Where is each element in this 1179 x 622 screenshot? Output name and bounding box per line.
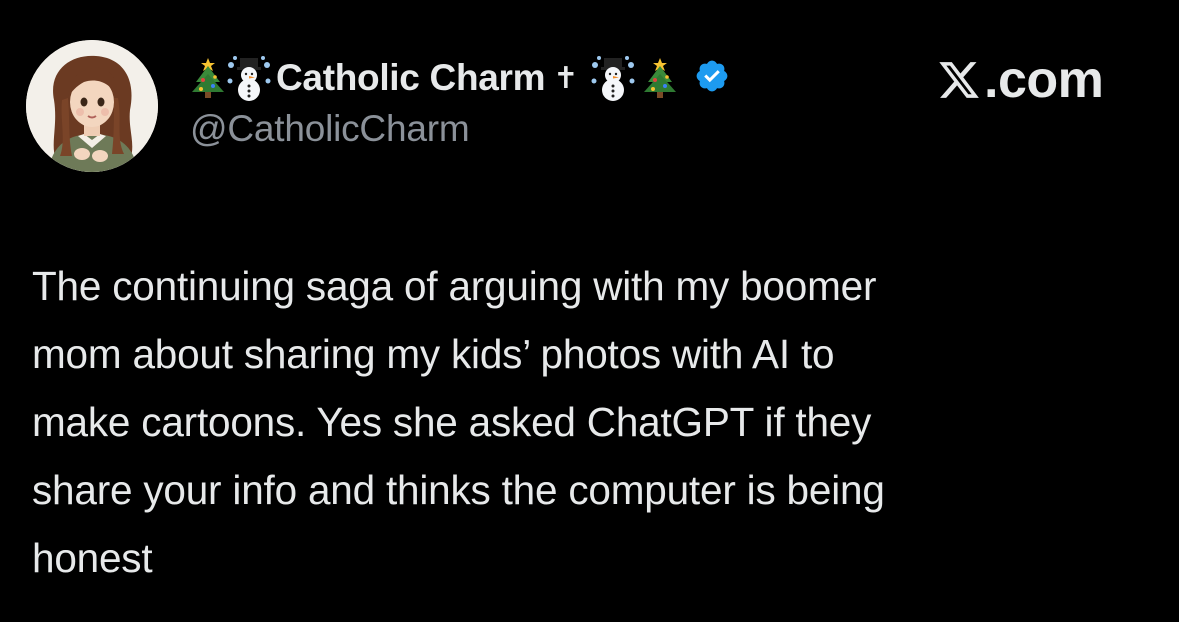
cross-symbol: ✝	[553, 60, 579, 96]
verified-badge-icon	[694, 58, 730, 99]
illustrated-woman-avatar-icon	[26, 40, 158, 172]
x-logo-icon	[936, 58, 984, 102]
tweet-text: The continuing saga of arguing with my b…	[32, 263, 885, 581]
tweet-card: Catholic Charm ✝ @CatholicCharm .com The…	[0, 0, 1179, 622]
source-watermark: .com	[936, 50, 1104, 110]
avatar[interactable]	[26, 40, 158, 172]
author-display-name[interactable]: Catholic Charm	[276, 57, 546, 99]
christmas-tree-icon	[642, 56, 678, 100]
source-domain: .com	[984, 51, 1104, 109]
snowman-icon	[226, 55, 272, 101]
author-handle[interactable]: @CatholicCharm	[190, 108, 470, 150]
christmas-tree-icon	[190, 56, 226, 100]
snowman-icon	[590, 55, 636, 101]
author-name-row: Catholic Charm ✝	[190, 52, 730, 104]
